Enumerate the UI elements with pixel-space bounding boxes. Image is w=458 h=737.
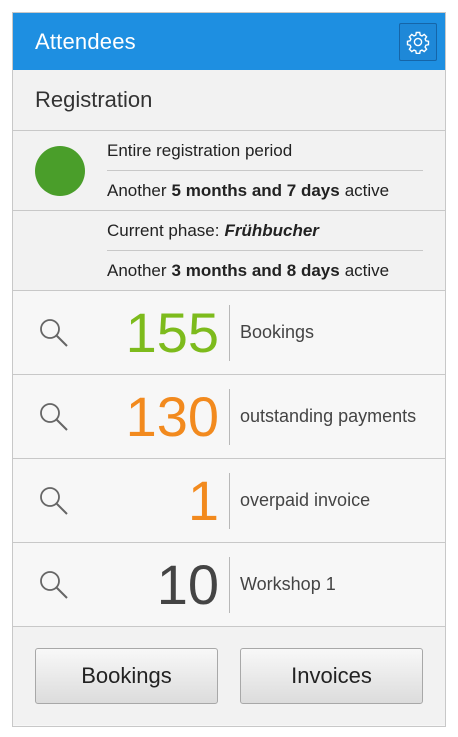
- widget-header: Attendees: [13, 13, 445, 70]
- invoices-button[interactable]: Invoices: [240, 648, 423, 704]
- stat-row-bookings: 155 Bookings: [13, 291, 445, 375]
- registration-heading: Registration: [13, 70, 445, 131]
- search-icon[interactable]: [13, 400, 107, 434]
- search-icon[interactable]: [13, 484, 107, 518]
- phase-name: Frühbucher: [224, 220, 319, 240]
- phase-label: Current phase: Frühbucher: [107, 211, 423, 251]
- current-phase-section: Current phase: Frühbucher Another 3 months…: [13, 211, 445, 291]
- stat-value: 1: [187, 468, 219, 532]
- stat-label: outstanding payments: [240, 406, 417, 426]
- gear-icon: [406, 31, 430, 54]
- stat-row-overpaid: 1 overpaid invoice: [13, 459, 445, 543]
- period-label: Entire registration period: [107, 131, 423, 171]
- widget-title: Attendees: [35, 28, 136, 54]
- stat-value: 10: [156, 552, 219, 616]
- stat-value: 130: [125, 384, 219, 448]
- stat-value: 155: [125, 300, 219, 364]
- bookings-button[interactable]: Bookings: [35, 648, 218, 704]
- widget-footer: Bookings Invoices: [13, 627, 445, 725]
- stat-row-outstanding: 130 outstanding payments: [13, 375, 445, 459]
- registration-period-section: Entire registration period Another 5 mont…: [13, 131, 445, 211]
- attendees-widget: Attendees Registration Entire registrati…: [12, 12, 446, 727]
- stat-label: Workshop 1: [240, 574, 336, 594]
- stat-label: Bookings: [240, 322, 315, 342]
- stat-row-workshop: 10 Workshop 1: [13, 543, 445, 627]
- search-icon[interactable]: [13, 568, 107, 602]
- period-remaining: Another 5 months and 7 days active: [107, 180, 390, 200]
- settings-button[interactable]: [399, 22, 437, 61]
- phase-remaining: Another 3 months and 8 days active: [107, 260, 390, 280]
- status-indicator: [35, 145, 85, 196]
- search-icon[interactable]: [13, 316, 107, 350]
- stat-label: overpaid invoice: [240, 490, 371, 510]
